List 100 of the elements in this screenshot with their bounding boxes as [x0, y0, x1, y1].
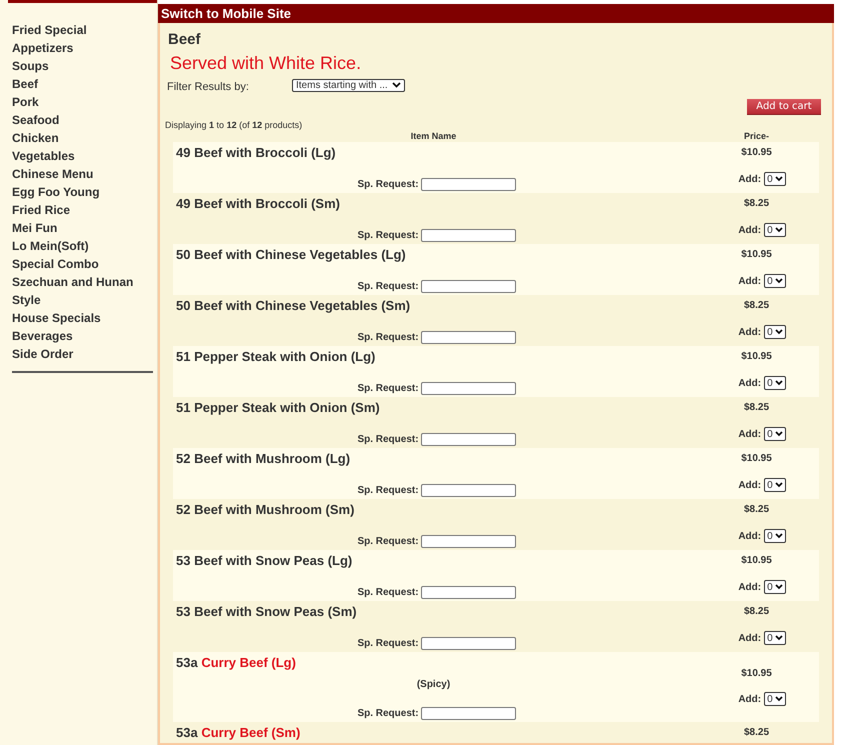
quantity-select[interactable]: 0	[764, 325, 786, 339]
special-request-field[interactable]	[420, 280, 516, 293]
filter-select[interactable]: Items starting with ...	[292, 78, 405, 92]
product-name: 50 Beef with Chinese Vegetables (Sm)	[176, 298, 412, 314]
category-link[interactable]: Seafood	[12, 111, 153, 129]
filter-label: Filter Results by:	[166, 81, 250, 93]
quantity-select[interactable]: 0	[764, 274, 786, 288]
special-request-field[interactable]	[420, 707, 516, 720]
special-request-field[interactable]	[420, 178, 516, 191]
category-link[interactable]: Chicken	[12, 129, 153, 147]
product-price: $10.95	[741, 453, 772, 464]
product-price: $8.25	[744, 504, 770, 515]
category-link[interactable]: Vegetables	[12, 147, 153, 165]
request-label: Sp. Request:	[357, 485, 419, 496]
category-subtitle: Served with White Rice.	[170, 52, 362, 74]
category-link[interactable]: Beef	[12, 75, 153, 93]
product-price: $10.95	[741, 668, 772, 679]
quantity-select[interactable]: 0	[764, 172, 786, 186]
chevron-icon	[774, 227, 783, 233]
request-label: Sp. Request:	[357, 281, 419, 292]
quantity-select[interactable]: 0	[764, 631, 786, 645]
product-name: 53 Beef with Snow Peas (Lg)	[176, 553, 354, 569]
category-link[interactable]: Soups	[12, 57, 153, 75]
quantity-select[interactable]: 0	[764, 223, 786, 237]
product-price: $10.95	[741, 147, 772, 158]
product-price: $8.25	[744, 198, 770, 209]
add-label: Add:	[738, 582, 762, 592]
product-name: 51 Pepper Steak with Onion (Sm)	[176, 400, 381, 416]
product-price: $10.95	[741, 555, 772, 566]
category-link[interactable]: Special Combo	[12, 255, 153, 273]
product-name: 51 Pepper Steak with Onion (Lg)	[176, 349, 376, 365]
quantity-select[interactable]: 0	[764, 478, 786, 492]
product-name: 53a Curry Beef (Sm)	[176, 725, 302, 741]
chevron-icon	[774, 635, 783, 641]
add-label: Add:	[738, 276, 762, 286]
category-link[interactable]: Mei Fun	[12, 219, 153, 237]
category-link[interactable]: Fried Special	[12, 21, 153, 39]
chevron-icon	[774, 584, 783, 590]
product-name: 49 Beef with Broccoli (Sm)	[176, 196, 341, 212]
request-label: Sp. Request:	[357, 587, 419, 598]
chevron-icon	[774, 533, 783, 539]
product-name: 49 Beef with Broccoli (Lg)	[176, 145, 337, 161]
add-label: Add:	[738, 428, 762, 440]
special-request-field[interactable]	[420, 586, 516, 599]
special-request-field[interactable]	[420, 382, 516, 395]
quantity-select[interactable]: 0	[764, 529, 786, 543]
category-link[interactable]: Szechuan and Hunan Style	[12, 273, 153, 309]
category-link[interactable]: Appetizers	[12, 39, 153, 57]
product-price: $8.25	[744, 300, 770, 311]
quantity-select[interactable]: 0	[764, 376, 786, 390]
category-title: Beef	[168, 31, 202, 49]
special-request-field[interactable]	[420, 484, 516, 497]
product-name: 52 Beef with Mushroom (Lg)	[176, 451, 352, 467]
quantity-select[interactable]: 0	[764, 580, 786, 594]
chevron-icon	[774, 278, 783, 284]
category-link[interactable]: Lo Mein(Soft)	[12, 237, 153, 255]
add-label: Add:	[738, 480, 762, 490]
add-to-cart-button[interactable]: Add to cart	[747, 99, 821, 115]
category-link[interactable]: House Specials	[12, 309, 153, 327]
product-price: $10.95	[741, 351, 772, 362]
special-request-field[interactable]	[420, 637, 516, 650]
request-label: Sp. Request:	[357, 536, 419, 547]
category-link[interactable]: Egg Foo Young	[12, 183, 153, 201]
chevron-icon	[774, 482, 783, 488]
category-link[interactable]: Chinese Menu	[12, 165, 153, 183]
quantity-select[interactable]: 0	[764, 692, 786, 706]
chevron-icon	[774, 176, 783, 182]
mobile-site-link[interactable]: Switch to Mobile Site	[161, 6, 292, 21]
product-name: 52 Beef with Mushroom (Sm)	[176, 502, 356, 518]
product-note: (Spicy)	[416, 679, 452, 690]
chevron-icon	[774, 380, 783, 386]
request-label: Sp. Request:	[357, 708, 419, 719]
category-link[interactable]: Pork	[12, 93, 153, 111]
category-link[interactable]: Side Order	[12, 345, 153, 363]
product-name: 53a Curry Beef (Lg)	[176, 655, 297, 671]
product-price: $8.25	[744, 606, 770, 617]
request-label: Sp. Request:	[357, 434, 419, 445]
add-label: Add:	[738, 378, 762, 388]
add-label: Add:	[738, 632, 762, 644]
special-request-field[interactable]	[420, 535, 516, 548]
request-label: Sp. Request:	[357, 179, 419, 190]
add-label: Add:	[738, 694, 762, 704]
column-header: Item Name	[410, 131, 458, 142]
quantity-select[interactable]: 0	[764, 427, 786, 441]
chevron-icon	[392, 82, 401, 88]
special-request-field[interactable]	[420, 433, 516, 446]
add-label: Add:	[738, 326, 762, 338]
category-link[interactable]: Fried Rice	[12, 201, 153, 219]
request-label: Sp. Request:	[357, 230, 419, 241]
special-request-field[interactable]	[420, 331, 516, 344]
special-request-field[interactable]	[420, 229, 516, 242]
add-label: Add:	[738, 224, 762, 236]
add-label: Add:	[738, 174, 762, 184]
request-label: Sp. Request:	[357, 332, 419, 343]
category-link[interactable]: Beverages	[12, 327, 153, 345]
product-price: $10.95	[741, 249, 772, 260]
product-price: $8.25	[744, 402, 770, 413]
chevron-icon	[774, 431, 783, 437]
display-count: Displaying 1 to 12 (of 12 products)	[165, 120, 304, 130]
product-price: $8.25	[744, 727, 770, 738]
